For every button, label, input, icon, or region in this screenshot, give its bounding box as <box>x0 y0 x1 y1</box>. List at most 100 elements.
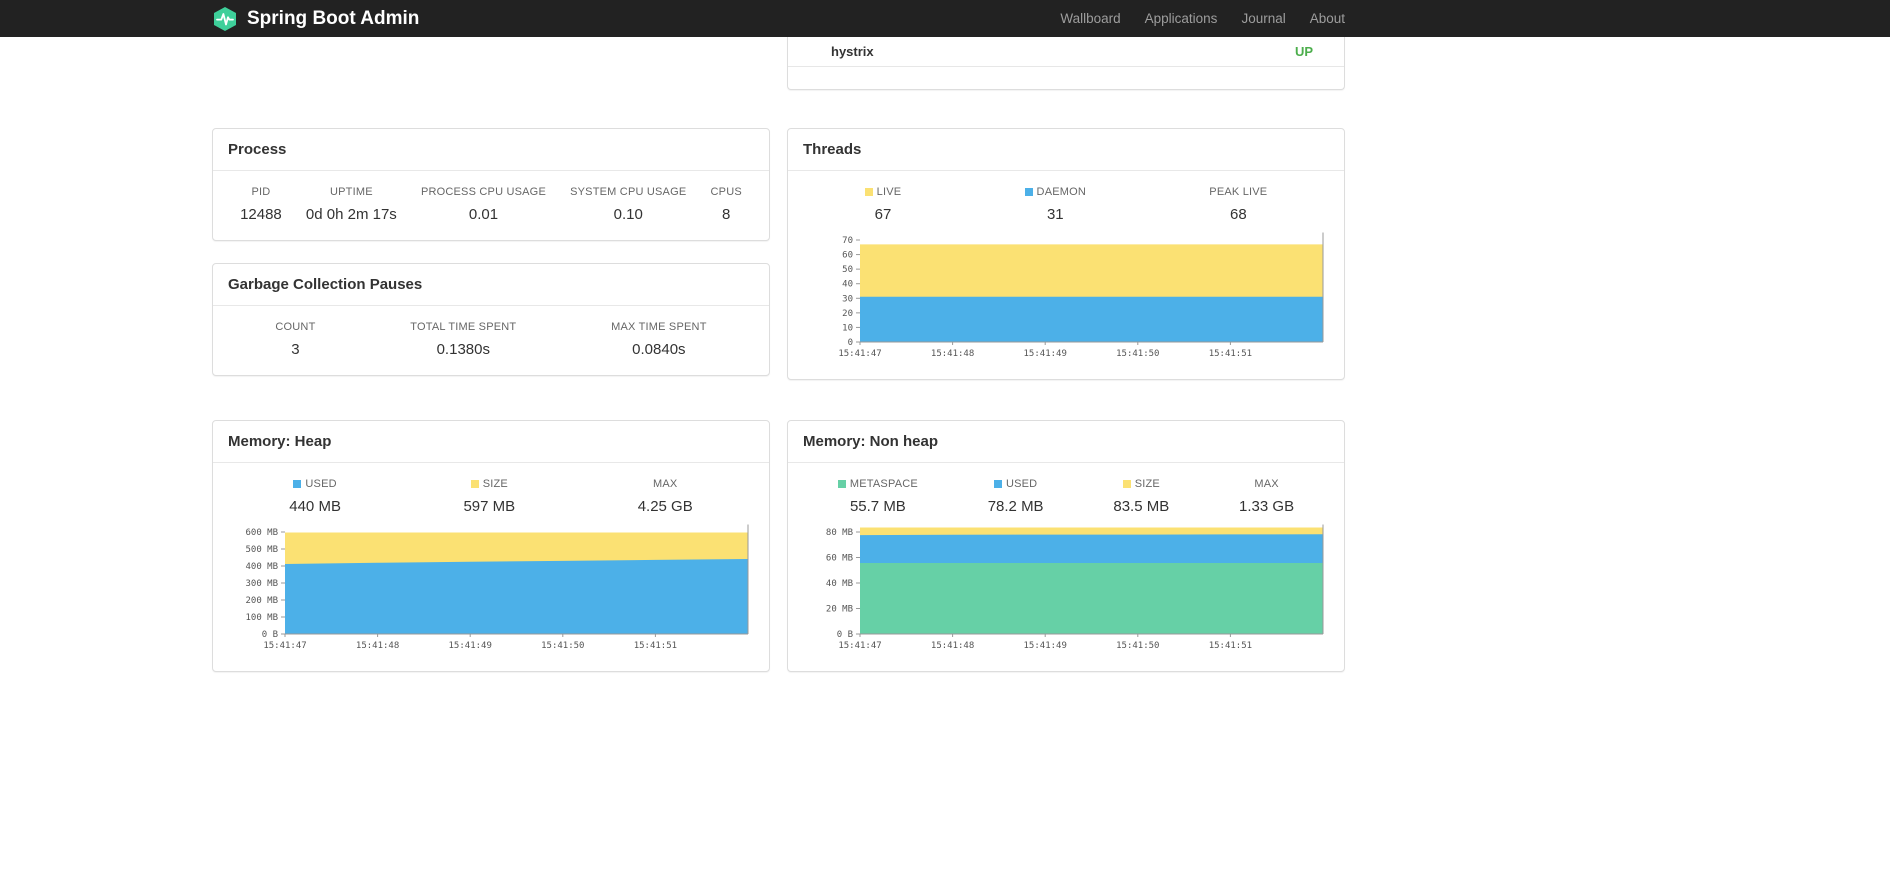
brand-link[interactable]: Spring Boot Admin <box>212 6 419 32</box>
nonheap-chart: 0 B 20 MB 40 MB 60 MB 80 MB 15:41:47 15:41:48 1… <box>803 524 1329 654</box>
application-status-panel: hystrix UP <box>787 37 1345 90</box>
metric-heap-used: USED 440 MB <box>289 478 341 515</box>
metric-cpus-value: 8 <box>722 206 731 223</box>
left-column-bottom: Memory: Heap USED 440 MB SIZE 597 MB MAX <box>212 420 770 672</box>
row-memory: Memory: Heap USED 440 MB SIZE 597 MB MAX <box>212 420 1345 672</box>
svg-text:40: 40 <box>842 280 853 290</box>
svg-text:80 MB: 80 MB <box>826 528 853 538</box>
svg-text:100 MB: 100 MB <box>245 613 278 623</box>
heap-chart: 0 B 100 MB 200 MB 300 MB 400 MB 500 MB 600 MB 1… <box>228 524 754 654</box>
svg-text:15:41:50: 15:41:50 <box>541 641 584 651</box>
svg-text:20 MB: 20 MB <box>826 605 853 615</box>
nav-item-wallboard[interactable]: Wallboard <box>1048 11 1132 26</box>
metric-threads-live-value: 67 <box>874 206 892 223</box>
metric-cpus: CPUS 8 <box>710 186 742 223</box>
metric-uptime-value: 0d 0h 2m 17s <box>305 206 397 223</box>
metric-heap-max-value: 4.25 GB <box>637 498 693 515</box>
nav-item-about[interactable]: About <box>1298 11 1345 26</box>
metric-system-cpu: SYSTEM CPU USAGE 0.10 <box>570 186 687 223</box>
svg-text:10: 10 <box>842 323 853 333</box>
svg-text:300 MB: 300 MB <box>245 579 278 589</box>
live-legend-swatch <box>864 188 873 196</box>
svg-text:0 B: 0 B <box>837 630 853 640</box>
threads-panel: Threads LIVE 67 DAEMON 31 PEAK LIVE 68 0… <box>787 128 1345 380</box>
gc-metrics: COUNT 3 TOTAL TIME SPENT 0.1380s MAX TIM… <box>228 321 754 358</box>
right-column-top: hystrix UP <box>787 37 1345 90</box>
metric-pid: PID 12488 <box>240 186 282 223</box>
row-process-threads: Process PID 12488 UPTIME 0d 0h 2m 17s PR… <box>212 128 1345 380</box>
metric-nonheap-metaspace-value: 55.7 MB <box>849 498 906 515</box>
metric-threads-peak-value: 68 <box>1229 206 1247 223</box>
metric-process-cpu-value: 0.01 <box>468 206 499 223</box>
metric-gc-count-value: 3 <box>291 341 300 358</box>
svg-text:60: 60 <box>842 251 853 261</box>
nonheap-panel-body: METASPACE 55.7 MB USED 78.2 MB SIZE 83.5… <box>788 463 1344 671</box>
process-panel-title: Process <box>213 129 769 171</box>
metric-process-cpu: PROCESS CPU USAGE 0.01 <box>420 186 546 223</box>
svg-text:500 MB: 500 MB <box>245 545 278 555</box>
process-panel-body: PID 12488 UPTIME 0d 0h 2m 17s PROCESS CP… <box>213 171 769 240</box>
nonheap-size-legend-swatch <box>1122 480 1131 488</box>
application-name-link[interactable]: hystrix <box>831 44 874 59</box>
threads-chart: 0 10 20 30 40 50 60 70 15:41:47 15:41:48 15:41:49 1… <box>803 232 1329 362</box>
svg-text:30: 30 <box>842 294 853 304</box>
svg-text:15:41:48: 15:41:48 <box>931 641 974 651</box>
heap-legend: USED 440 MB SIZE 597 MB MAX 4.25 GB <box>228 478 754 515</box>
svg-text:15:41:51: 15:41:51 <box>634 641 677 651</box>
metric-system-cpu-value: 0.10 <box>613 206 643 223</box>
gc-panel: Garbage Collection Pauses COUNT 3 TOTAL … <box>212 263 770 376</box>
process-panel: Process PID 12488 UPTIME 0d 0h 2m 17s PR… <box>212 128 770 241</box>
metric-heap-max: MAX 4.25 GB <box>637 478 693 515</box>
svg-text:15:41:51: 15:41:51 <box>1209 349 1252 359</box>
svg-text:200 MB: 200 MB <box>245 596 278 606</box>
heap-panel-body: USED 440 MB SIZE 597 MB MAX 4.25 GB 0 B1… <box>213 463 769 671</box>
metric-threads-daemon: DAEMON 31 <box>1021 186 1090 223</box>
used-legend-swatch <box>293 480 302 488</box>
metric-uptime: UPTIME 0d 0h 2m 17s <box>305 186 397 223</box>
nav-item-applications[interactable]: Applications <box>1133 11 1230 26</box>
nonheap-panel: Memory: Non heap METASPACE 55.7 MB USED … <box>787 420 1345 672</box>
nonheap-panel-title: Memory: Non heap <box>788 421 1344 463</box>
metric-heap-used-value: 440 MB <box>289 498 341 515</box>
svg-text:15:41:48: 15:41:48 <box>356 641 399 651</box>
process-metrics: PID 12488 UPTIME 0d 0h 2m 17s PROCESS CP… <box>228 186 754 223</box>
svg-text:600 MB: 600 MB <box>245 528 278 538</box>
svg-text:20: 20 <box>842 309 853 319</box>
metric-nonheap-size: SIZE 83.5 MB <box>1113 478 1170 515</box>
gc-panel-body: COUNT 3 TOTAL TIME SPENT 0.1380s MAX TIM… <box>213 306 769 375</box>
left-column-spacer <box>212 37 770 90</box>
threads-panel-body: LIVE 67 DAEMON 31 PEAK LIVE 68 0 10 20 30 40… <box>788 171 1344 379</box>
nav-item-journal[interactable]: Journal <box>1229 11 1297 26</box>
main-content: hystrix UP Process PID 12488 UPTIME 0d 0… <box>212 37 1345 672</box>
svg-text:40 MB: 40 MB <box>826 579 853 589</box>
application-status-badge: UP <box>1294 44 1313 59</box>
threads-panel-title: Threads <box>788 129 1344 171</box>
svg-text:0: 0 <box>848 338 853 348</box>
right-column-mid: Threads LIVE 67 DAEMON 31 PEAK LIVE 68 0… <box>787 128 1345 380</box>
metric-nonheap-metaspace: METASPACE 55.7 MB <box>834 478 922 515</box>
svg-text:15:41:49: 15:41:49 <box>1024 641 1067 651</box>
metric-nonheap-size-value: 83.5 MB <box>1113 498 1170 515</box>
metric-threads-live: LIVE 67 <box>861 186 906 223</box>
metric-threads-daemon-value: 31 <box>1046 206 1064 223</box>
daemon-legend-swatch <box>1024 188 1033 196</box>
svg-text:15:41:50: 15:41:50 <box>1116 641 1159 651</box>
brand-title: Spring Boot Admin <box>247 7 420 29</box>
metaspace-legend-swatch <box>837 480 846 488</box>
metric-gc-max-time: MAX TIME SPENT 0.0840s <box>611 321 707 358</box>
metric-nonheap-used: USED 78.2 MB <box>987 478 1044 515</box>
metric-nonheap-max: MAX 1.33 GB <box>1239 478 1295 515</box>
svg-text:400 MB: 400 MB <box>245 562 278 572</box>
metric-gc-max-time-value: 0.0840s <box>632 341 686 358</box>
svg-text:50: 50 <box>842 265 853 275</box>
svg-text:15:41:51: 15:41:51 <box>1209 641 1252 651</box>
svg-text:15:41:48: 15:41:48 <box>931 349 974 359</box>
svg-text:15:41:49: 15:41:49 <box>1024 349 1067 359</box>
metric-heap-size: SIZE 597 MB <box>463 478 516 515</box>
application-row: hystrix UP <box>788 37 1344 67</box>
threads-legend: LIVE 67 DAEMON 31 PEAK LIVE 68 <box>803 186 1329 223</box>
size-legend-swatch <box>470 480 479 488</box>
top-navbar: Spring Boot Admin Wallboard Applications… <box>0 0 1890 37</box>
metric-gc-total-time-value: 0.1380s <box>436 341 490 358</box>
navbar-container: Spring Boot Admin Wallboard Applications… <box>212 0 1345 37</box>
